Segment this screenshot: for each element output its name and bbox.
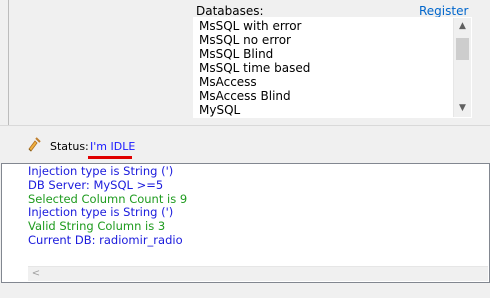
scroll-down-icon[interactable]: ▼ xyxy=(456,102,469,115)
databases-listbox[interactable]: MsSQL with error MsSQL no error MsSQL Bl… xyxy=(193,17,472,118)
database-item[interactable]: MsSQL time based xyxy=(199,61,449,75)
horizontal-scrollbar[interactable]: < xyxy=(28,266,488,281)
databases-items: MsSQL with error MsSQL no error MsSQL Bl… xyxy=(199,19,449,117)
status-underline xyxy=(88,156,132,159)
database-item[interactable]: MsAccess xyxy=(199,75,449,89)
status-value: I'm IDLE xyxy=(90,140,136,153)
database-item[interactable]: MySQL xyxy=(199,103,449,117)
status-label: Status: xyxy=(50,140,89,153)
left-panel-edge xyxy=(0,0,9,125)
register-link[interactable]: Register xyxy=(419,4,468,18)
console-line: Injection type is String (') xyxy=(28,164,174,178)
top-panel: Databases: Register MsSQL with error MsS… xyxy=(0,0,490,126)
scroll-up-icon[interactable]: ▲ xyxy=(456,20,469,33)
output-console[interactable]: Injection type is String (') DB Server: … xyxy=(1,163,490,283)
database-item[interactable]: MsSQL with error xyxy=(199,19,449,33)
database-item[interactable]: MsAccess Blind xyxy=(199,89,449,103)
databases-label: Databases: xyxy=(196,4,264,18)
console-line: Selected Column Count is 9 xyxy=(28,191,188,206)
broom-icon xyxy=(26,136,42,152)
scroll-left-icon[interactable]: < xyxy=(30,267,42,281)
console-line: Valid String Column is 3 xyxy=(28,219,166,234)
console-line: DB Server: MySQL >=5 xyxy=(28,177,164,192)
databases-scrollbar[interactable]: ▲ ▼ xyxy=(453,18,471,117)
console-line: Injection type is String (') xyxy=(28,205,174,220)
console-line: Current DB: radiomir_radio xyxy=(28,232,183,247)
bottom-bar xyxy=(0,283,490,298)
console-lines: Injection type is String (') DB Server: … xyxy=(28,164,188,248)
scroll-thumb[interactable] xyxy=(456,38,469,60)
database-item[interactable]: MsSQL Blind xyxy=(199,47,449,61)
database-item[interactable]: MsSQL no error xyxy=(199,33,449,47)
